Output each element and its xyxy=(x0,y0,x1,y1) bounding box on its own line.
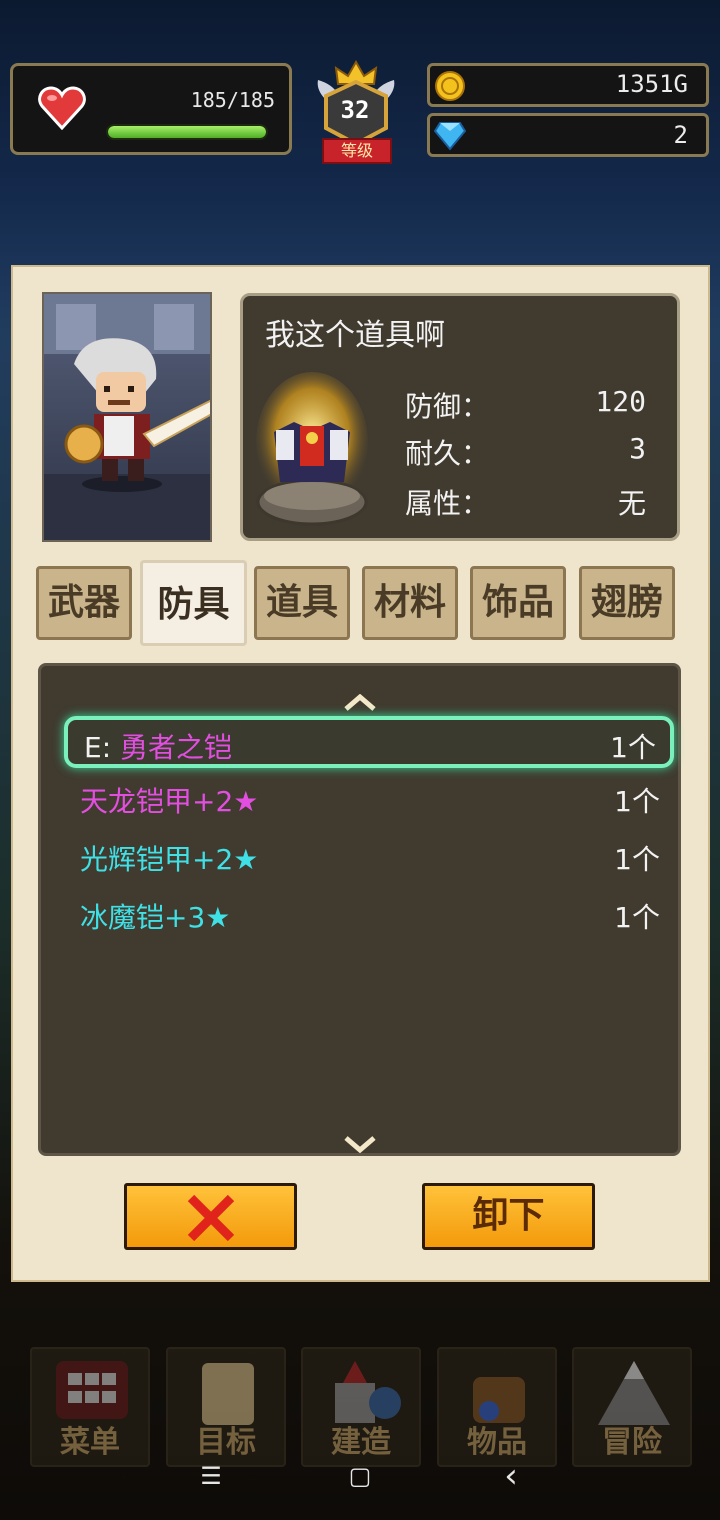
system-menu-icon[interactable]: ☰ xyxy=(191,1462,231,1490)
close-button[interactable] xyxy=(124,1183,297,1250)
close-x-icon xyxy=(187,1194,234,1242)
stat-label-attribute: 属性： xyxy=(405,487,490,520)
tab-weapons[interactable]: 武器 xyxy=(36,566,132,640)
list-item[interactable]: 冰魔铠+3★ 1个 xyxy=(64,890,674,942)
gold-amount: 1351G xyxy=(615,70,688,98)
nav-build[interactable]: 建造 xyxy=(301,1347,421,1467)
list-item-qty: 1个 xyxy=(614,785,660,818)
scroll-down-icon[interactable] xyxy=(343,1135,377,1153)
hero-portrait xyxy=(42,292,212,542)
stat-value-defense: 120 xyxy=(595,385,646,418)
tab-accessories[interactable]: 饰品 xyxy=(470,566,566,640)
hero-image xyxy=(44,294,210,540)
stat-value-durability: 3 xyxy=(629,432,646,465)
gem-amount: 2 xyxy=(673,121,688,149)
hp-bar xyxy=(106,124,268,140)
level-label: 等级 xyxy=(322,138,392,164)
nav-items-label: 物品 xyxy=(467,1425,527,1460)
stat-label-durability: 耐久： xyxy=(405,437,490,470)
stat-label-defense: 防御： xyxy=(405,390,490,423)
list-item-name: 光辉铠甲+2★ xyxy=(80,843,259,876)
list-item[interactable]: 光辉铠甲+2★ 1个 xyxy=(64,832,674,884)
list-item-name: 冰魔铠+3★ xyxy=(80,901,231,934)
grid-menu-icon xyxy=(56,1361,128,1419)
item-title: 我这个道具啊 xyxy=(265,318,445,353)
system-home-icon[interactable]: ▢ xyxy=(340,1462,380,1490)
unequip-button[interactable]: 卸下 xyxy=(422,1183,595,1250)
list-item-label: E: 勇者之铠 xyxy=(84,726,232,766)
gem-panel[interactable]: 2 xyxy=(427,113,709,157)
armor-item-image xyxy=(256,372,368,526)
tab-items[interactable]: 道具 xyxy=(254,566,350,640)
list-item-qty: 1个 xyxy=(614,901,660,934)
nav-adventure[interactable]: 冒险 xyxy=(572,1347,692,1467)
list-item-qty: 1个 xyxy=(610,731,656,764)
nav-adventure-label: 冒险 xyxy=(602,1425,662,1460)
tab-wings[interactable]: 翅膀 xyxy=(579,566,675,640)
nav-goals[interactable]: 目标 xyxy=(166,1347,286,1467)
level-number: 32 xyxy=(340,96,370,124)
list-item-name: 天龙铠甲+2★ xyxy=(80,785,259,818)
nav-items[interactable]: 物品 xyxy=(437,1347,557,1467)
diamond-icon xyxy=(434,122,466,151)
list-item-selected[interactable]: E: 勇者之铠 1个 xyxy=(64,716,674,768)
heart-icon xyxy=(38,86,86,130)
hp-bar-fill xyxy=(108,126,266,138)
tab-materials[interactable]: 材料 xyxy=(362,566,458,640)
equipped-prefix: E: xyxy=(84,731,112,764)
list-item-qty: 1个 xyxy=(614,843,660,876)
hp-text: 185/185 xyxy=(190,88,275,112)
gold-panel[interactable]: 1351G xyxy=(427,63,709,107)
nav-menu[interactable]: 菜单 xyxy=(30,1347,150,1467)
nav-build-label: 建造 xyxy=(331,1425,391,1460)
nav-menu-label: 菜单 xyxy=(60,1425,120,1460)
list-item[interactable]: 天龙铠甲+2★ 1个 xyxy=(64,774,674,826)
unequip-label: 卸下 xyxy=(472,1195,545,1236)
list-item-name: 勇者之铠 xyxy=(120,731,233,764)
nav-goals-label: 目标 xyxy=(196,1425,256,1460)
system-back-icon[interactable]: ‹ xyxy=(491,1456,531,1496)
stat-value-attribute: 无 xyxy=(617,487,646,520)
scroll-up-icon[interactable] xyxy=(343,694,377,712)
gold-coin-icon xyxy=(435,71,465,101)
tab-armor[interactable]: 防具 xyxy=(140,560,247,646)
